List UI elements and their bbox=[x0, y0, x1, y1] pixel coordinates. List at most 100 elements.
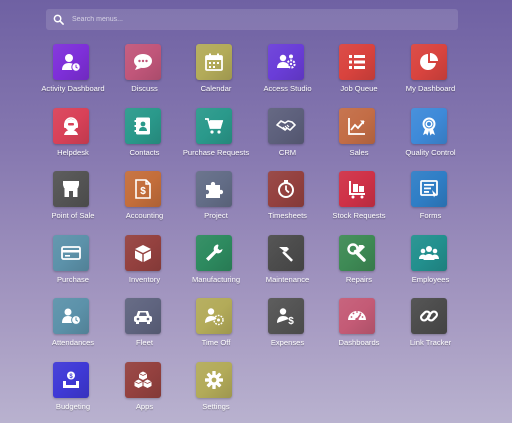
app-tile[interactable] bbox=[53, 234, 89, 271]
app-tile[interactable]: $ bbox=[124, 171, 161, 207]
svg-text:$: $ bbox=[140, 186, 146, 197]
app-tile[interactable] bbox=[196, 361, 232, 398]
app-sales[interactable]: Sales bbox=[319, 107, 399, 166]
app-calendar[interactable]: Calendar bbox=[176, 44, 256, 102]
app-label: Settings bbox=[202, 401, 230, 411]
repairs-icon bbox=[347, 242, 367, 263]
timesheets-icon bbox=[276, 179, 296, 199]
app-manufacturing[interactable]: Manufacturing bbox=[176, 234, 256, 293]
time-off-icon bbox=[204, 306, 224, 326]
app-point-of-sale[interactable]: Point of Sale bbox=[33, 171, 113, 229]
point-of-sale-icon bbox=[61, 179, 81, 199]
app-quality-control[interactable]: Quality Control bbox=[391, 107, 471, 166]
search-bar[interactable] bbox=[46, 9, 458, 30]
app-maintenance[interactable]: Maintenance bbox=[248, 234, 328, 293]
app-budgeting[interactable]: $ Budgeting bbox=[33, 361, 113, 420]
app-forms[interactable]: Forms bbox=[391, 171, 471, 229]
link-tracker-icon bbox=[419, 306, 439, 326]
app-label: Employees bbox=[411, 274, 450, 284]
app-tile[interactable] bbox=[53, 171, 89, 207]
dashboards-icon bbox=[347, 306, 367, 326]
my-dashboard-icon bbox=[419, 52, 439, 72]
app-accounting[interactable]: $ Accounting bbox=[105, 171, 185, 229]
search-icon bbox=[52, 14, 64, 26]
sales-icon bbox=[347, 116, 367, 136]
app-job-queue[interactable]: Job Queue bbox=[319, 44, 399, 102]
app-tile[interactable] bbox=[267, 107, 304, 144]
app-inventory[interactable]: Inventory bbox=[105, 234, 185, 293]
app-attendances[interactable]: Attendances bbox=[33, 298, 113, 356]
app-tile[interactable] bbox=[196, 107, 232, 144]
app-activity-dashboard[interactable]: Activity Dashboard bbox=[33, 44, 113, 102]
accounting-icon: $ bbox=[133, 179, 153, 199]
app-tile[interactable] bbox=[196, 171, 232, 207]
crm-icon bbox=[275, 116, 296, 136]
purchase-icon bbox=[61, 243, 81, 263]
app-tile[interactable] bbox=[410, 44, 447, 80]
app-tile[interactable] bbox=[124, 107, 161, 144]
app-repairs[interactable]: Repairs bbox=[319, 234, 399, 293]
app-employees[interactable]: Employees bbox=[391, 234, 471, 293]
contacts-icon bbox=[133, 116, 153, 136]
app-apps[interactable]: Apps bbox=[105, 361, 185, 420]
app-tile[interactable] bbox=[53, 298, 89, 334]
app-crm[interactable]: CRM bbox=[248, 107, 328, 166]
app-helpdesk[interactable]: Helpdesk bbox=[33, 107, 113, 166]
app-tile[interactable] bbox=[410, 298, 447, 334]
search-input[interactable] bbox=[72, 11, 432, 28]
inventory-icon bbox=[133, 243, 153, 263]
app-access-studio[interactable]: Access Studio bbox=[248, 44, 328, 102]
app-my-dashboard[interactable]: My Dashboard bbox=[391, 44, 471, 102]
app-tile[interactable] bbox=[196, 298, 232, 334]
settings-icon bbox=[204, 370, 224, 390]
app-tile[interactable] bbox=[339, 171, 375, 207]
app-tile[interactable] bbox=[339, 298, 375, 334]
app-tile[interactable] bbox=[410, 171, 447, 207]
app-tile[interactable] bbox=[267, 44, 304, 80]
app-tile[interactable] bbox=[196, 234, 232, 271]
app-tile[interactable] bbox=[53, 44, 89, 80]
app-label: My Dashboard bbox=[405, 84, 456, 93]
helpdesk-icon bbox=[61, 116, 81, 136]
discuss-icon bbox=[133, 52, 153, 72]
app-expenses[interactable]: $ Expenses bbox=[248, 298, 328, 356]
app-tile[interactable] bbox=[124, 234, 161, 271]
quality-control-icon bbox=[419, 116, 439, 136]
app-timesheets[interactable]: Timesheets bbox=[248, 171, 328, 229]
app-contacts[interactable]: Contacts bbox=[105, 107, 185, 166]
app-tile[interactable] bbox=[53, 107, 89, 144]
app-link-tracker[interactable]: Link Tracker bbox=[391, 298, 471, 356]
apps-icon bbox=[133, 370, 153, 390]
app-tile[interactable] bbox=[410, 234, 447, 271]
app-tile[interactable] bbox=[339, 44, 375, 80]
app-tile[interactable] bbox=[339, 234, 375, 271]
employees-icon bbox=[418, 243, 439, 263]
app-stock-requests[interactable]: Stock Requests bbox=[319, 171, 399, 229]
app-tile[interactable]: $ bbox=[267, 298, 304, 334]
app-tile[interactable] bbox=[196, 44, 232, 80]
app-project[interactable]: Project bbox=[176, 171, 256, 229]
attendances-icon bbox=[61, 306, 81, 326]
expenses-icon: $ bbox=[276, 306, 296, 327]
app-time-off[interactable]: Time Off bbox=[176, 298, 256, 356]
app-purchase-requests[interactable]: Purchase Requests bbox=[176, 107, 256, 166]
project-icon bbox=[204, 179, 224, 199]
app-tile[interactable] bbox=[410, 107, 447, 144]
app-tile[interactable] bbox=[124, 44, 161, 80]
app-discuss[interactable]: Discuss bbox=[105, 44, 185, 102]
app-settings[interactable]: Settings bbox=[176, 361, 256, 420]
app-fleet[interactable]: Fleet bbox=[105, 298, 185, 356]
access-studio-icon bbox=[276, 52, 296, 72]
app-tile[interactable] bbox=[267, 171, 304, 207]
app-purchase[interactable]: Purchase bbox=[33, 234, 113, 293]
purchase-requests-icon bbox=[204, 116, 224, 136]
app-tile[interactable]: $ bbox=[53, 361, 89, 398]
forms-icon bbox=[419, 179, 439, 199]
maintenance-icon bbox=[276, 243, 296, 263]
job-queue-icon bbox=[347, 52, 367, 72]
app-tile[interactable] bbox=[267, 234, 304, 271]
app-tile[interactable] bbox=[124, 361, 161, 398]
app-tile[interactable] bbox=[339, 107, 375, 144]
app-tile[interactable] bbox=[124, 298, 161, 334]
app-dashboards[interactable]: Dashboards bbox=[319, 298, 399, 356]
